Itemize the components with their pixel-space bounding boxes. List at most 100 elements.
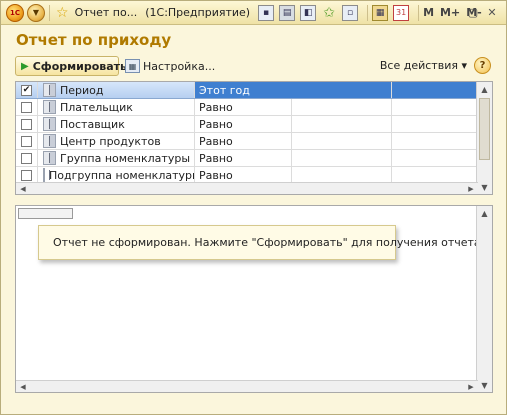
empty-cell bbox=[392, 150, 478, 166]
condition-cell[interactable]: Равно bbox=[195, 167, 292, 183]
condition-cell[interactable]: Равно bbox=[195, 99, 292, 115]
row-checkbox[interactable] bbox=[21, 135, 32, 147]
empty-cell bbox=[392, 82, 478, 98]
row-checkbox-cell bbox=[16, 116, 38, 132]
value-cell[interactable] bbox=[292, 99, 392, 115]
grid-horizontal-scrollbar[interactable]: ◀ ▶ bbox=[16, 182, 478, 194]
play-icon: ▶ bbox=[21, 60, 29, 72]
preview-icon[interactable]: ◧ bbox=[300, 4, 317, 21]
save-icon[interactable]: ▪ bbox=[258, 4, 275, 21]
scroll-left-icon[interactable]: ◀ bbox=[16, 183, 30, 194]
form-toolbar: ▶ Сформировать ▦ Настройка... Все действ… bbox=[15, 56, 493, 76]
report-cell-selector[interactable] bbox=[18, 208, 73, 219]
empty-cell bbox=[392, 116, 478, 132]
table-row[interactable]: Центр продуктов Равно bbox=[16, 133, 478, 150]
row-checkbox-cell bbox=[16, 167, 38, 183]
condition-text: Равно bbox=[199, 168, 233, 182]
scroll-up-icon[interactable]: ▲ bbox=[477, 82, 492, 96]
memory-m-button[interactable]: M bbox=[423, 6, 434, 19]
close-icon[interactable]: ✕ bbox=[484, 4, 500, 20]
row-checkbox[interactable] bbox=[21, 101, 32, 113]
empty-cell bbox=[392, 133, 478, 149]
field-icon bbox=[43, 134, 56, 148]
scroll-up-icon[interactable]: ▲ bbox=[477, 206, 492, 220]
dropdown-menu-icon[interactable]: ▼ bbox=[27, 3, 45, 22]
field-name: Подгруппа номенклатуры bbox=[49, 168, 195, 182]
field-name-cell: Центр продуктов bbox=[38, 133, 195, 149]
row-checkbox-cell bbox=[16, 99, 38, 115]
condition-text: Равно bbox=[199, 100, 233, 114]
table-row[interactable]: Поставщик Равно bbox=[16, 116, 478, 133]
generate-report-button[interactable]: ▶ Сформировать bbox=[15, 56, 127, 76]
separator bbox=[418, 4, 420, 21]
report-horizontal-scrollbar[interactable]: ◀ ▶ bbox=[16, 380, 478, 392]
scroll-right-icon[interactable]: ▶ bbox=[464, 381, 478, 392]
report-window: 1С ▼ ☆ Отчет по... (1С:Предприятие) ▪ ▤ ◧… bbox=[0, 0, 507, 415]
grid-vertical-scrollbar[interactable]: ▲ ▼ bbox=[476, 82, 492, 194]
title-bar: 1С ▼ ☆ Отчет по... (1С:Предприятие) ▪ ▤ ◧… bbox=[1, 1, 506, 25]
row-checkbox-cell: ✔ bbox=[16, 82, 38, 98]
period-label: Период bbox=[60, 83, 104, 97]
favorite-star-icon[interactable]: ☆ bbox=[56, 5, 69, 21]
field-name-cell: Плательщик bbox=[38, 99, 195, 115]
report-not-generated-message: Отчет не сформирован. Нажмите "Сформиров… bbox=[38, 225, 484, 260]
value-cell[interactable] bbox=[292, 133, 392, 149]
filter-grid: ✔ Период Этот год Плательщик Равно Поста… bbox=[15, 81, 493, 195]
field-icon bbox=[43, 117, 56, 131]
scroll-thumb[interactable] bbox=[479, 98, 490, 160]
document-icon[interactable]: ▫ bbox=[342, 4, 359, 21]
add-favorite-icon[interactable]: ✩ bbox=[321, 5, 337, 21]
value-cell[interactable] bbox=[292, 167, 392, 183]
field-icon bbox=[43, 83, 56, 97]
scroll-left-icon[interactable]: ◀ bbox=[16, 381, 30, 392]
condition-cell[interactable]: Равно bbox=[195, 116, 292, 132]
separator bbox=[49, 4, 50, 21]
value-cell[interactable] bbox=[292, 116, 392, 132]
row-checkbox-cell bbox=[16, 133, 38, 149]
row-checkbox[interactable] bbox=[21, 118, 32, 130]
scroll-down-icon[interactable]: ▼ bbox=[477, 180, 492, 194]
help-label: ? bbox=[479, 60, 486, 71]
all-actions-label: Все действия bbox=[379, 59, 458, 72]
row-checkbox-cell bbox=[16, 150, 38, 166]
empty-cell bbox=[392, 99, 478, 115]
page-title: Отчет по приходу bbox=[16, 31, 172, 49]
scroll-right-icon[interactable]: ▶ bbox=[464, 183, 478, 194]
generate-report-label: Сформировать bbox=[32, 59, 127, 73]
condition-cell[interactable]: Равно bbox=[195, 150, 292, 166]
row-checkbox[interactable] bbox=[21, 169, 32, 181]
value-cell[interactable] bbox=[292, 150, 392, 166]
settings-button[interactable]: ▦ Настройка... bbox=[125, 56, 215, 76]
condition-text: Равно bbox=[199, 134, 233, 148]
period-value: Этот год bbox=[199, 83, 250, 97]
print-icon[interactable]: ▤ bbox=[279, 4, 296, 21]
calendar-icon[interactable]: 31 bbox=[393, 4, 410, 21]
field-icon bbox=[43, 151, 56, 165]
period-value-cell[interactable]: Этот год bbox=[195, 82, 392, 98]
field-name-cell: Поставщик bbox=[38, 116, 195, 132]
field-name: Центр продуктов bbox=[60, 134, 161, 148]
report-spreadsheet[interactable]: Отчет не сформирован. Нажмите "Сформиров… bbox=[15, 205, 493, 393]
help-icon[interactable]: ? bbox=[474, 57, 491, 74]
window-controls: – ▢ ✕ bbox=[443, 4, 500, 20]
table-row[interactable]: Плательщик Равно bbox=[16, 99, 478, 116]
logo-text: 1С bbox=[9, 8, 20, 17]
empty-cell bbox=[392, 167, 478, 183]
condition-cell[interactable]: Равно bbox=[195, 133, 292, 149]
restore-icon[interactable]: ▢ bbox=[465, 4, 481, 20]
row-checkbox[interactable] bbox=[21, 152, 32, 164]
field-name-cell: Период bbox=[38, 82, 195, 98]
1c-logo-icon[interactable]: 1С bbox=[6, 3, 24, 22]
report-vertical-scrollbar[interactable]: ▲ ▼ bbox=[476, 206, 492, 392]
all-actions-menu[interactable]: Все действия ▾ bbox=[380, 59, 467, 72]
minimize-icon[interactable]: – bbox=[446, 4, 462, 20]
scroll-down-icon[interactable]: ▼ bbox=[477, 378, 492, 392]
period-checkbox[interactable]: ✔ bbox=[21, 84, 32, 96]
calculator-icon[interactable]: ▦ bbox=[372, 4, 389, 21]
field-name: Группа номенклатуры bbox=[60, 151, 191, 165]
settings-label: Настройка... bbox=[143, 59, 216, 73]
field-name-cell: Подгруппа номенклатуры bbox=[38, 167, 195, 183]
table-row[interactable]: Группа номенклатуры Равно bbox=[16, 150, 478, 167]
field-name: Плательщик bbox=[60, 100, 133, 114]
table-row-period[interactable]: ✔ Период Этот год bbox=[16, 82, 478, 99]
